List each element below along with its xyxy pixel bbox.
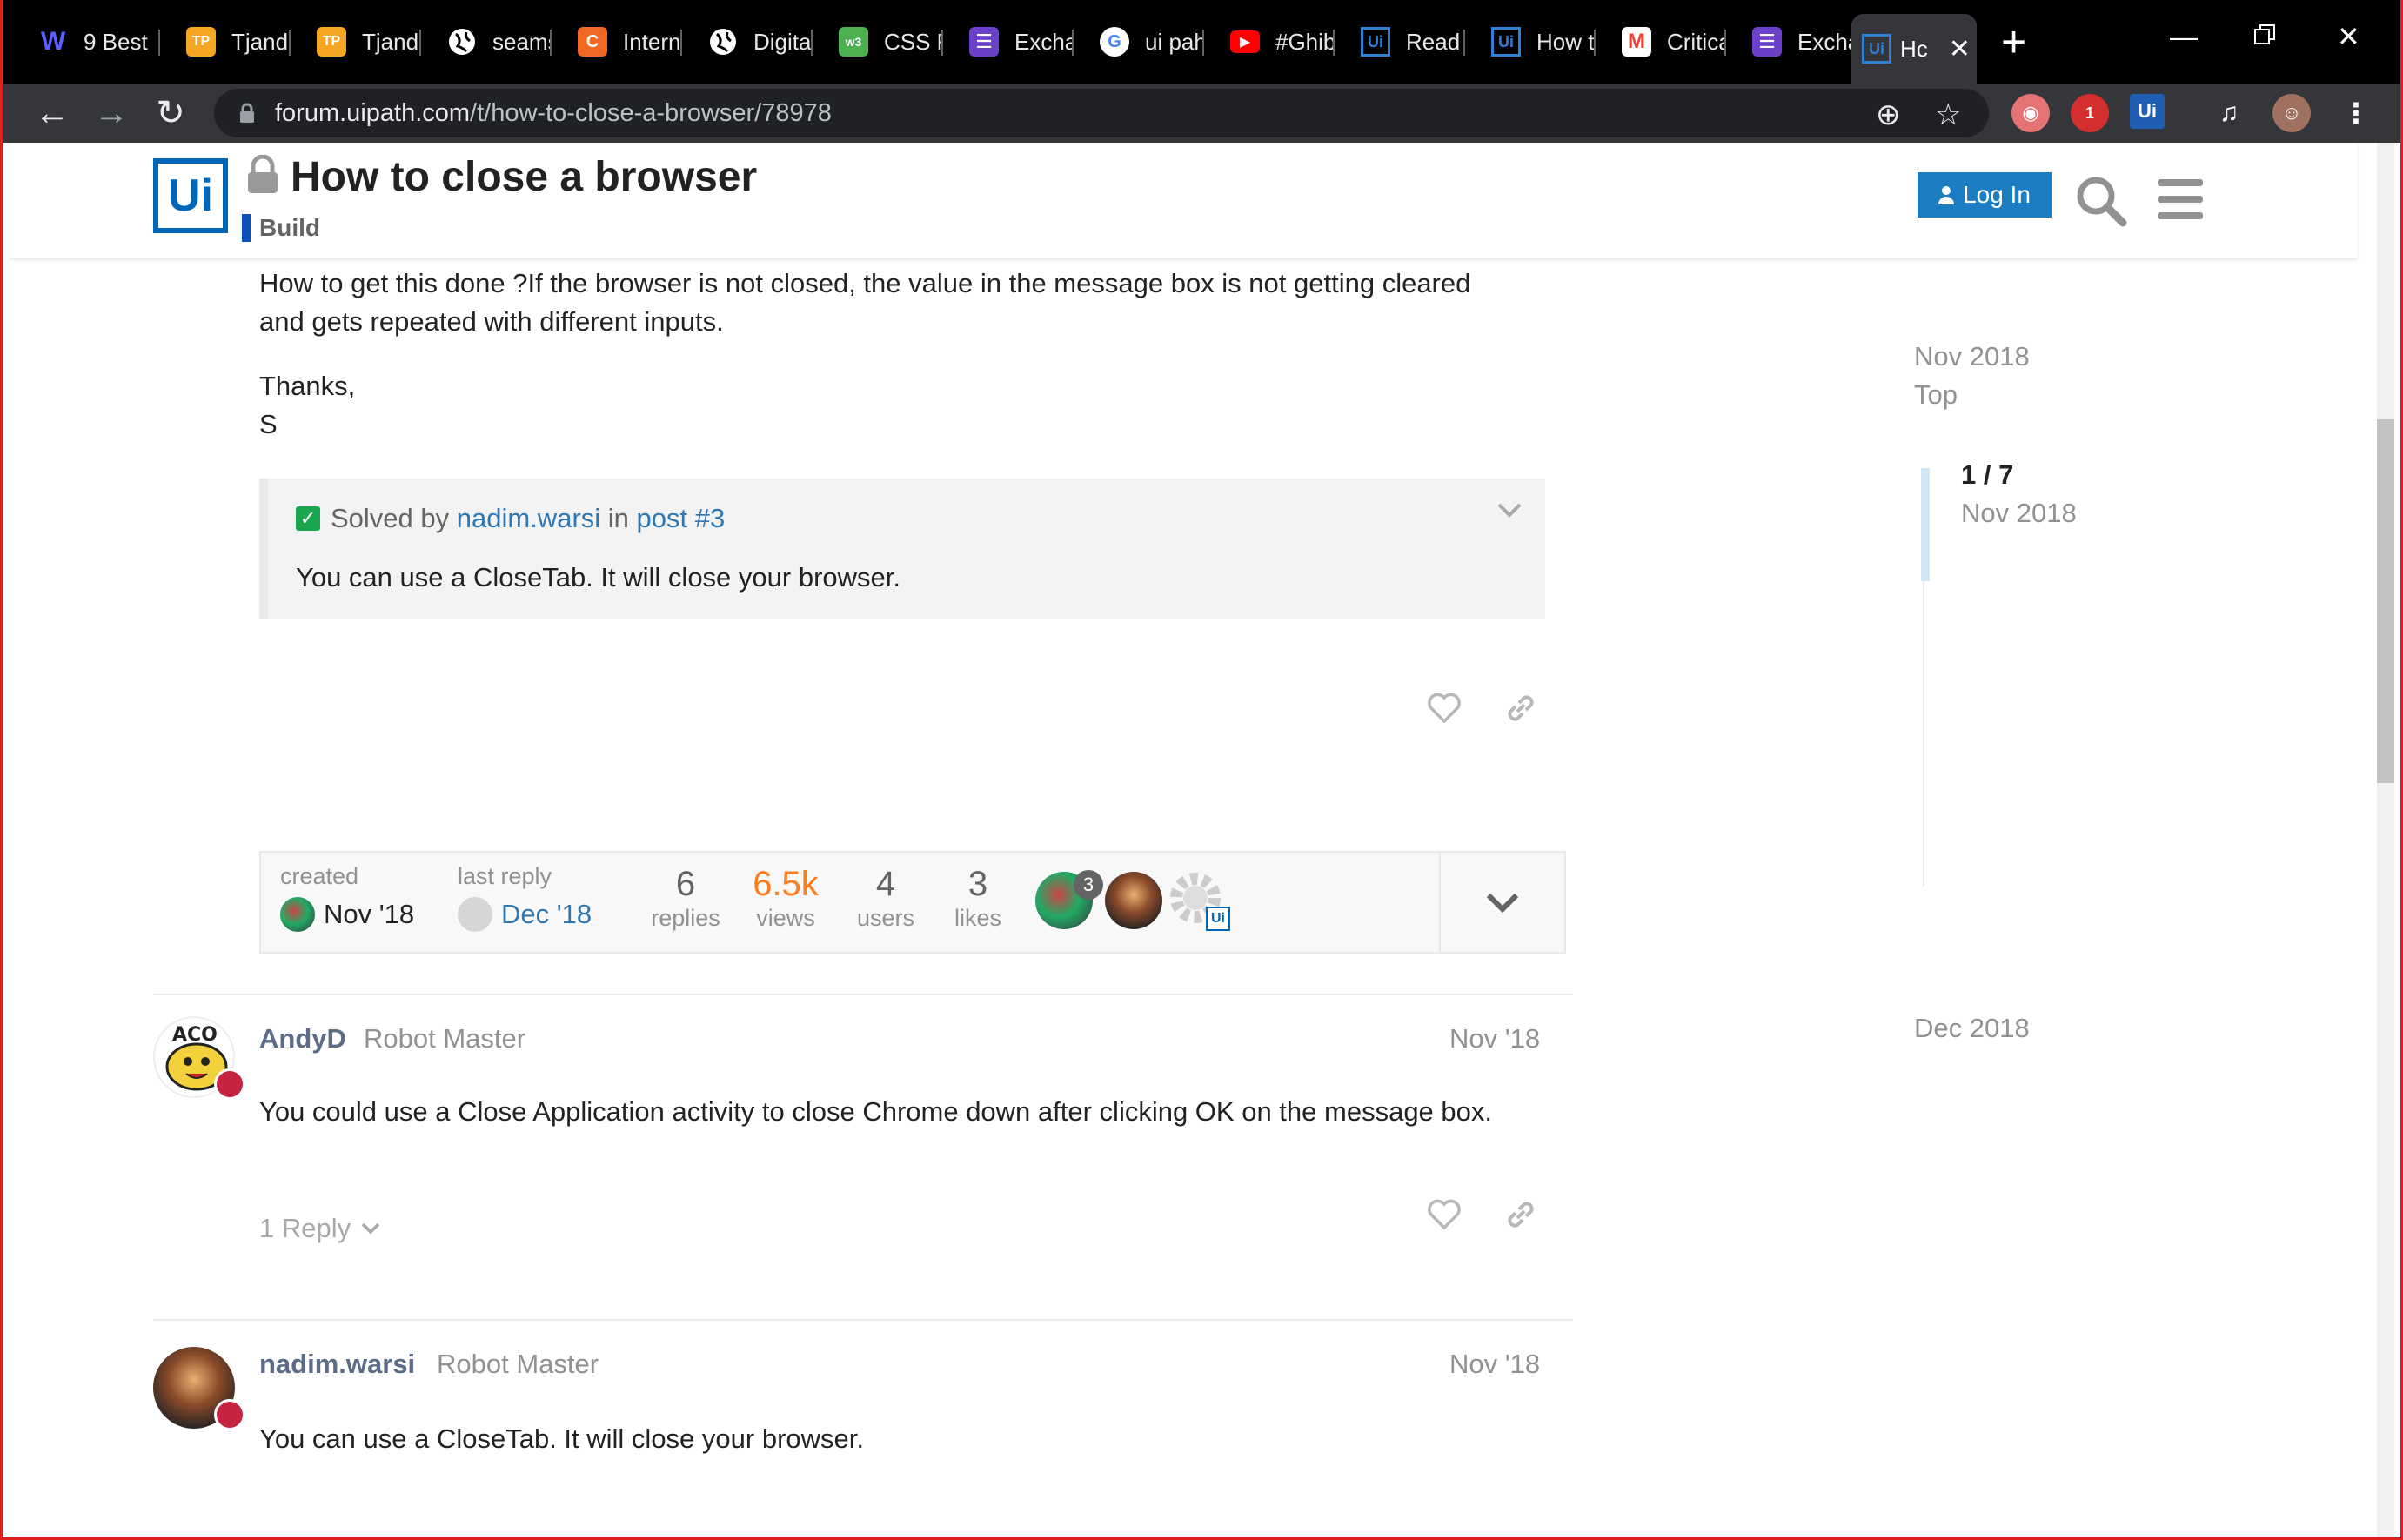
window-frame: [0, 0, 2403, 1540]
